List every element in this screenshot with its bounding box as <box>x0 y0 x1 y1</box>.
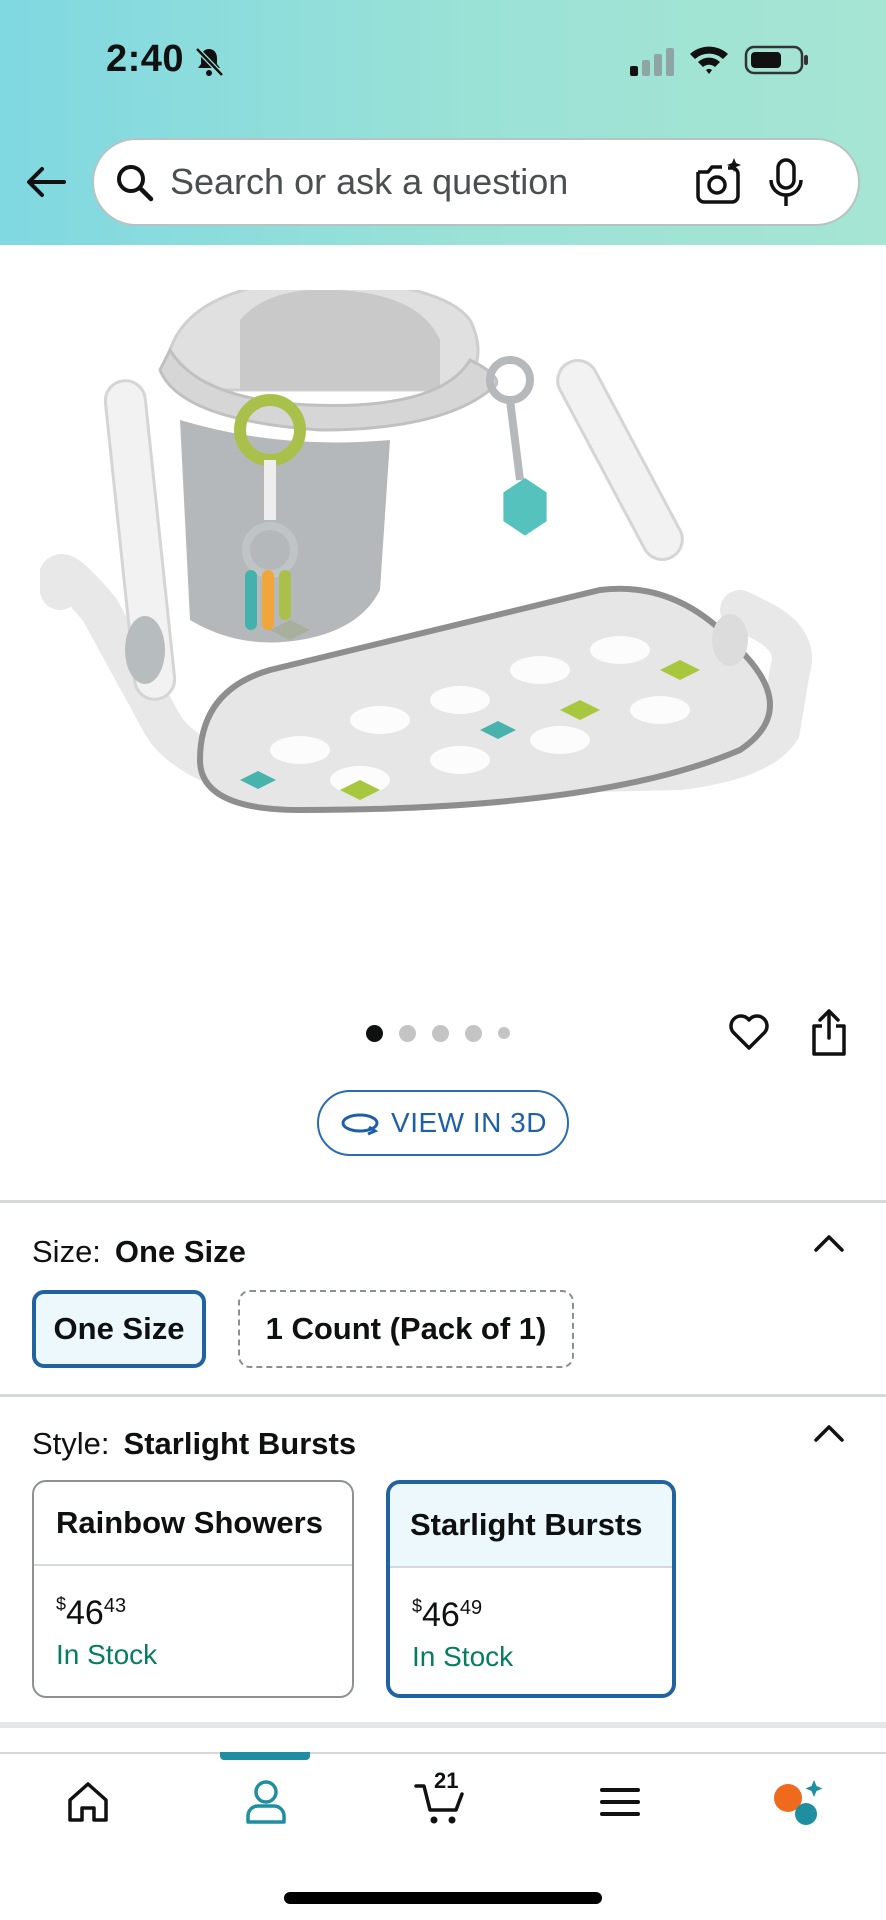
section-divider <box>0 1394 886 1397</box>
style-heading: Style: Starlight Bursts <box>32 1426 356 1462</box>
size-selected-value: One Size <box>114 1234 246 1269</box>
cell-signal-icon <box>630 48 674 76</box>
share-icon[interactable] <box>808 1008 850 1058</box>
style-option-price: $4643 <box>34 1566 352 1633</box>
chevron-up-icon[interactable] <box>812 1422 846 1444</box>
carousel-dot[interactable] <box>432 1024 449 1042</box>
carousel-dot[interactable] <box>399 1024 416 1042</box>
home-icon[interactable] <box>62 1776 114 1828</box>
view-in-3d-button[interactable]: VIEW IN 3D <box>317 1090 569 1156</box>
carousel-dot[interactable] <box>465 1024 482 1042</box>
size-option-one-size[interactable]: One Size <box>32 1290 206 1368</box>
wifi-icon <box>690 46 728 74</box>
size-heading: Size: One Size <box>32 1234 246 1270</box>
cart-count-badge: 21 <box>434 1768 459 1793</box>
price-dollars: 46 <box>422 1596 460 1634</box>
style-option-starlight-bursts[interactable]: Starlight Bursts $4649 In Stock <box>386 1480 676 1698</box>
section-divider <box>0 1722 886 1728</box>
price-cents: 49 <box>459 1597 483 1619</box>
price-cents: 43 <box>103 1595 127 1617</box>
search-bar[interactable]: Search or ask a question <box>92 138 860 226</box>
rotate-3d-icon <box>341 1113 379 1136</box>
size-option-1-count[interactable]: 1 Count (Pack of 1) <box>238 1290 574 1368</box>
view-in-3d-label: VIEW IN 3D <box>391 1107 547 1138</box>
price-currency: $ <box>412 1596 423 1616</box>
stock-status: In Stock <box>56 1639 158 1670</box>
style-option-name: Starlight Bursts <box>390 1484 672 1568</box>
carousel-dot[interactable] <box>366 1024 383 1042</box>
style-option-price: $4649 <box>390 1568 672 1635</box>
microphone-icon[interactable] <box>766 156 806 210</box>
image-carousel-dots <box>366 1022 510 1044</box>
carousel-dot[interactable] <box>498 1027 510 1039</box>
style-selected-value: Starlight Bursts <box>123 1426 357 1461</box>
home-indicator <box>284 1892 602 1904</box>
search-input[interactable]: Search or ask a question <box>170 161 568 203</box>
back-arrow-icon[interactable] <box>22 158 70 206</box>
menu-icon[interactable] <box>594 1776 646 1828</box>
chevron-up-icon[interactable] <box>812 1232 846 1254</box>
battery-icon <box>744 45 808 75</box>
style-label: Style: <box>32 1426 110 1461</box>
size-label: Size: <box>32 1234 101 1269</box>
style-option-name: Rainbow Showers <box>34 1482 352 1566</box>
section-divider <box>0 1200 886 1203</box>
stock-status: In Stock <box>412 1641 514 1672</box>
style-option-rainbow-showers[interactable]: Rainbow Showers $4643 In Stock <box>32 1480 354 1698</box>
price-currency: $ <box>56 1594 67 1614</box>
profile-icon[interactable] <box>240 1776 292 1828</box>
camera-lens-icon[interactable] <box>692 156 744 208</box>
active-tab-indicator <box>220 1752 310 1760</box>
search-icon <box>117 165 154 202</box>
price-dollars: 46 <box>66 1594 104 1632</box>
product-image[interactable] <box>40 290 840 950</box>
rufus-assistant-icon[interactable] <box>772 1776 824 1828</box>
status-time: 2:40 <box>106 38 185 80</box>
top-header: 2:40 Search or ask a question <box>0 0 886 245</box>
bell-muted-icon <box>195 47 224 77</box>
heart-icon[interactable] <box>726 1008 772 1054</box>
